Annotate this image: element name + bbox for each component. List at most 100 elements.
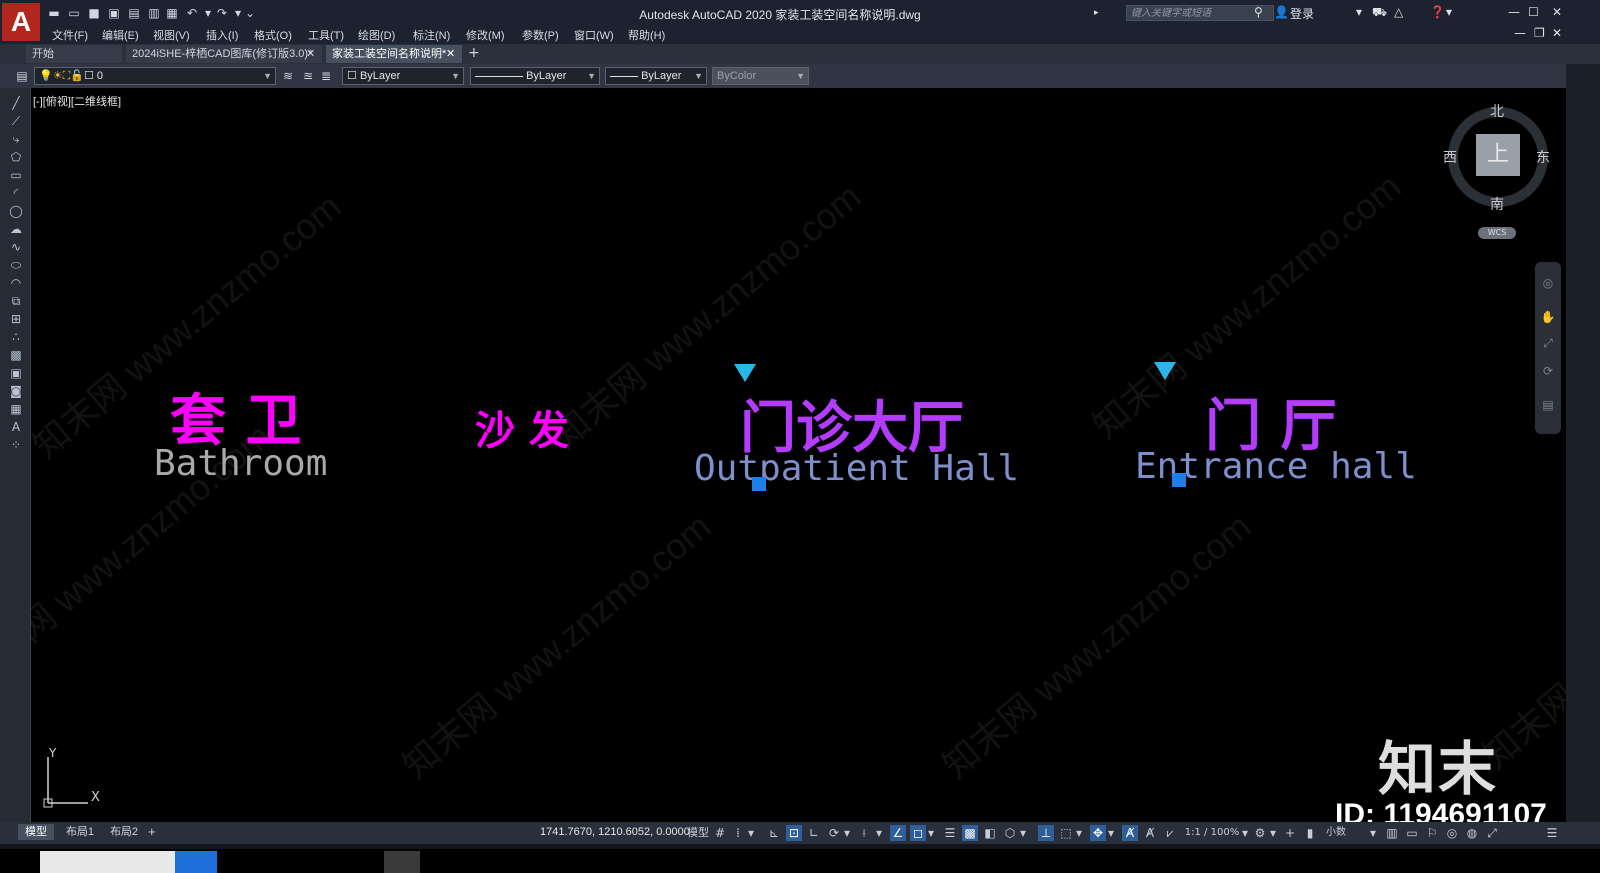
help-icon[interactable]: ❓ bbox=[1430, 5, 1445, 19]
auto-scale-icon[interactable]: Ⱥ bbox=[1142, 825, 1158, 841]
viewcube-top-face[interactable]: 上 bbox=[1476, 134, 1520, 176]
minimize-icon[interactable]: — bbox=[1508, 5, 1520, 19]
lineweight-display-icon[interactable]: ☰ bbox=[942, 825, 958, 841]
undo-icon[interactable]: ↶ bbox=[184, 6, 200, 20]
app-menu-button[interactable]: A bbox=[2, 3, 40, 41]
make-current-icon[interactable]: ≋ bbox=[280, 69, 296, 83]
hardware-acceleration-icon[interactable]: ◎ bbox=[1444, 825, 1460, 841]
make-block-icon[interactable]: ⊞ bbox=[8, 312, 24, 326]
ellipse-icon[interactable]: ⬭ bbox=[8, 258, 24, 272]
doc-minimize-icon[interactable]: — bbox=[1514, 26, 1526, 40]
lock-ui-icon[interactable]: ▭ bbox=[1404, 825, 1420, 841]
ortho-icon[interactable]: ∟ bbox=[806, 825, 822, 841]
units-select[interactable]: 小数 bbox=[1322, 825, 1350, 841]
object-snap-dropdown-icon[interactable]: ▾ bbox=[926, 825, 936, 841]
taskbar-item[interactable] bbox=[384, 851, 420, 873]
3d-osnap-icon[interactable]: ⬡ bbox=[1002, 825, 1018, 841]
annotation-visibility-icon[interactable]: Ⱥ bbox=[1122, 825, 1138, 841]
compass-east[interactable]: 东 bbox=[1536, 147, 1550, 167]
polar-dropdown-icon[interactable]: ▾ bbox=[842, 825, 852, 841]
room-label-en[interactable]: Outpatient Hall bbox=[694, 448, 1019, 489]
login-dropdown-icon[interactable]: ▾ bbox=[1356, 5, 1362, 19]
layer-previous-icon[interactable]: ≊ bbox=[300, 69, 316, 83]
layout-tab-2[interactable]: 布局2 bbox=[104, 824, 144, 840]
search-expand-icon[interactable]: ▸ bbox=[1094, 8, 1099, 18]
selection-filter-icon[interactable]: ⬚ bbox=[1058, 825, 1074, 841]
menu-window[interactable]: 窗口(W) bbox=[574, 27, 614, 43]
infer-constraints-icon[interactable]: ⊾ bbox=[766, 825, 782, 841]
tab-current[interactable]: 家装工装空间名称说明* bbox=[326, 45, 462, 63]
wcs-menu-button[interactable]: WCS bbox=[1478, 227, 1516, 239]
color-combo[interactable]: ☐ ByLayer ▼ bbox=[342, 67, 464, 85]
model-space-button[interactable]: 模型 bbox=[686, 825, 710, 841]
object-snap-icon[interactable]: ◻ bbox=[910, 825, 926, 841]
orbit-icon[interactable]: ⟳ bbox=[1540, 364, 1556, 380]
polar-icon[interactable]: ⟳ bbox=[826, 825, 842, 841]
share-icon[interactable]: ▥ bbox=[146, 6, 162, 20]
polyline-icon[interactable]: ⤷ bbox=[8, 132, 24, 146]
insert-block-icon[interactable]: ⧉ bbox=[8, 294, 24, 308]
compass-west[interactable]: 西 bbox=[1443, 147, 1457, 167]
menu-parametric[interactable]: 参数(P) bbox=[522, 27, 559, 43]
layout-tab-1[interactable]: 布局1 bbox=[60, 824, 100, 840]
status-menu-icon[interactable]: ☰ bbox=[1544, 825, 1560, 841]
compass-south[interactable]: 南 bbox=[1490, 194, 1504, 214]
tab-start[interactable]: 开始 bbox=[26, 45, 122, 63]
revcloud-icon[interactable]: ☁ bbox=[8, 222, 24, 236]
arc-icon[interactable]: ◜ bbox=[8, 186, 24, 200]
add-layout-icon[interactable]: + bbox=[148, 824, 162, 840]
close-icon[interactable]: ✕ bbox=[1552, 5, 1562, 19]
clean-screen-icon[interactable]: ◍ bbox=[1464, 825, 1480, 841]
menu-format[interactable]: 格式(O) bbox=[254, 27, 292, 43]
new-tab-icon[interactable]: + bbox=[468, 45, 480, 61]
menu-dimension[interactable]: 标注(N) bbox=[413, 27, 450, 43]
right-scroll-area[interactable] bbox=[1566, 64, 1600, 828]
annotation-scale-icon[interactable]: ⩗ bbox=[1162, 825, 1178, 841]
compass-north[interactable]: 北 bbox=[1490, 101, 1504, 121]
grid-icon[interactable]: # bbox=[712, 825, 728, 841]
layer-properties-icon[interactable]: ▤ bbox=[14, 69, 30, 83]
scale-dropdown-icon[interactable]: ▾ bbox=[1240, 825, 1250, 841]
grip-handle[interactable] bbox=[752, 477, 766, 491]
workspace-gear-icon[interactable]: ⚙ bbox=[1252, 825, 1268, 841]
menu-help[interactable]: 帮助(H) bbox=[628, 27, 665, 43]
units-dropdown-icon[interactable]: ▾ bbox=[1368, 825, 1378, 841]
hatch-icon[interactable]: ▩ bbox=[8, 348, 24, 362]
3d-osnap-dropdown-icon[interactable]: ▾ bbox=[1018, 825, 1028, 841]
construction-line-icon[interactable]: ⟋ bbox=[8, 114, 24, 128]
zoom-extents-icon[interactable]: ⤢ bbox=[1540, 336, 1556, 352]
user-icon[interactable]: 👤 bbox=[1274, 5, 1289, 19]
open-web-icon[interactable]: ▤ bbox=[126, 6, 142, 20]
room-label-en[interactable]: Bathroom bbox=[154, 443, 327, 484]
menu-view[interactable]: 视图(V) bbox=[153, 27, 190, 43]
dynamic-ucs-icon[interactable]: ⊥ bbox=[1038, 825, 1054, 841]
tab-library[interactable]: 2024iSHE-梓栖CAD图库(修订版3.0)* bbox=[126, 45, 322, 63]
plot-icon[interactable]: ▦ bbox=[164, 6, 180, 20]
save-as-icon[interactable]: ▣ bbox=[106, 6, 122, 20]
redo-icon[interactable]: ↷ bbox=[214, 6, 230, 20]
customization-icon[interactable]: ⤢ bbox=[1484, 825, 1500, 841]
search-input[interactable]: 键入关键字或短语 bbox=[1126, 5, 1274, 21]
showmotion-icon[interactable]: ▤ bbox=[1540, 398, 1556, 414]
taskbar-item-active[interactable] bbox=[175, 851, 217, 873]
menu-draw[interactable]: 绘图(D) bbox=[358, 27, 395, 43]
snap-dropdown-icon[interactable]: ▾ bbox=[746, 825, 756, 841]
layer-combo[interactable]: 💡☀⛶🔓☐ 0 ▼ bbox=[34, 67, 276, 85]
gradient-icon[interactable]: ▣ bbox=[8, 366, 24, 380]
ellipse-arc-icon[interactable]: ◠ bbox=[8, 276, 24, 290]
snap-icon[interactable]: ⁞ bbox=[730, 825, 746, 841]
cursor-coordinates[interactable]: 1741.7670, 1210.6052, 0.0000 bbox=[540, 826, 690, 838]
doc-close-icon[interactable]: ✕ bbox=[1552, 26, 1562, 40]
circle-icon[interactable]: ◯ bbox=[8, 204, 24, 218]
table-icon[interactable]: ▦ bbox=[8, 402, 24, 416]
layer-match-icon[interactable]: ≣ bbox=[318, 69, 334, 83]
isodraft-icon[interactable]: ⟊ bbox=[856, 825, 872, 841]
workspace-dropdown-icon[interactable]: ▾ bbox=[1268, 825, 1278, 841]
menu-tools[interactable]: 工具(T) bbox=[308, 27, 344, 43]
save-icon[interactable]: ■ bbox=[86, 6, 102, 20]
doc-restore-icon[interactable]: ❐ bbox=[1534, 26, 1545, 40]
point-icon[interactable]: ∴ bbox=[8, 330, 24, 344]
dynamic-input-icon[interactable]: ⊡ bbox=[786, 825, 802, 841]
layout-tab-model[interactable]: 模型 bbox=[18, 824, 54, 840]
annotation-monitor-icon[interactable]: + bbox=[1282, 825, 1298, 841]
